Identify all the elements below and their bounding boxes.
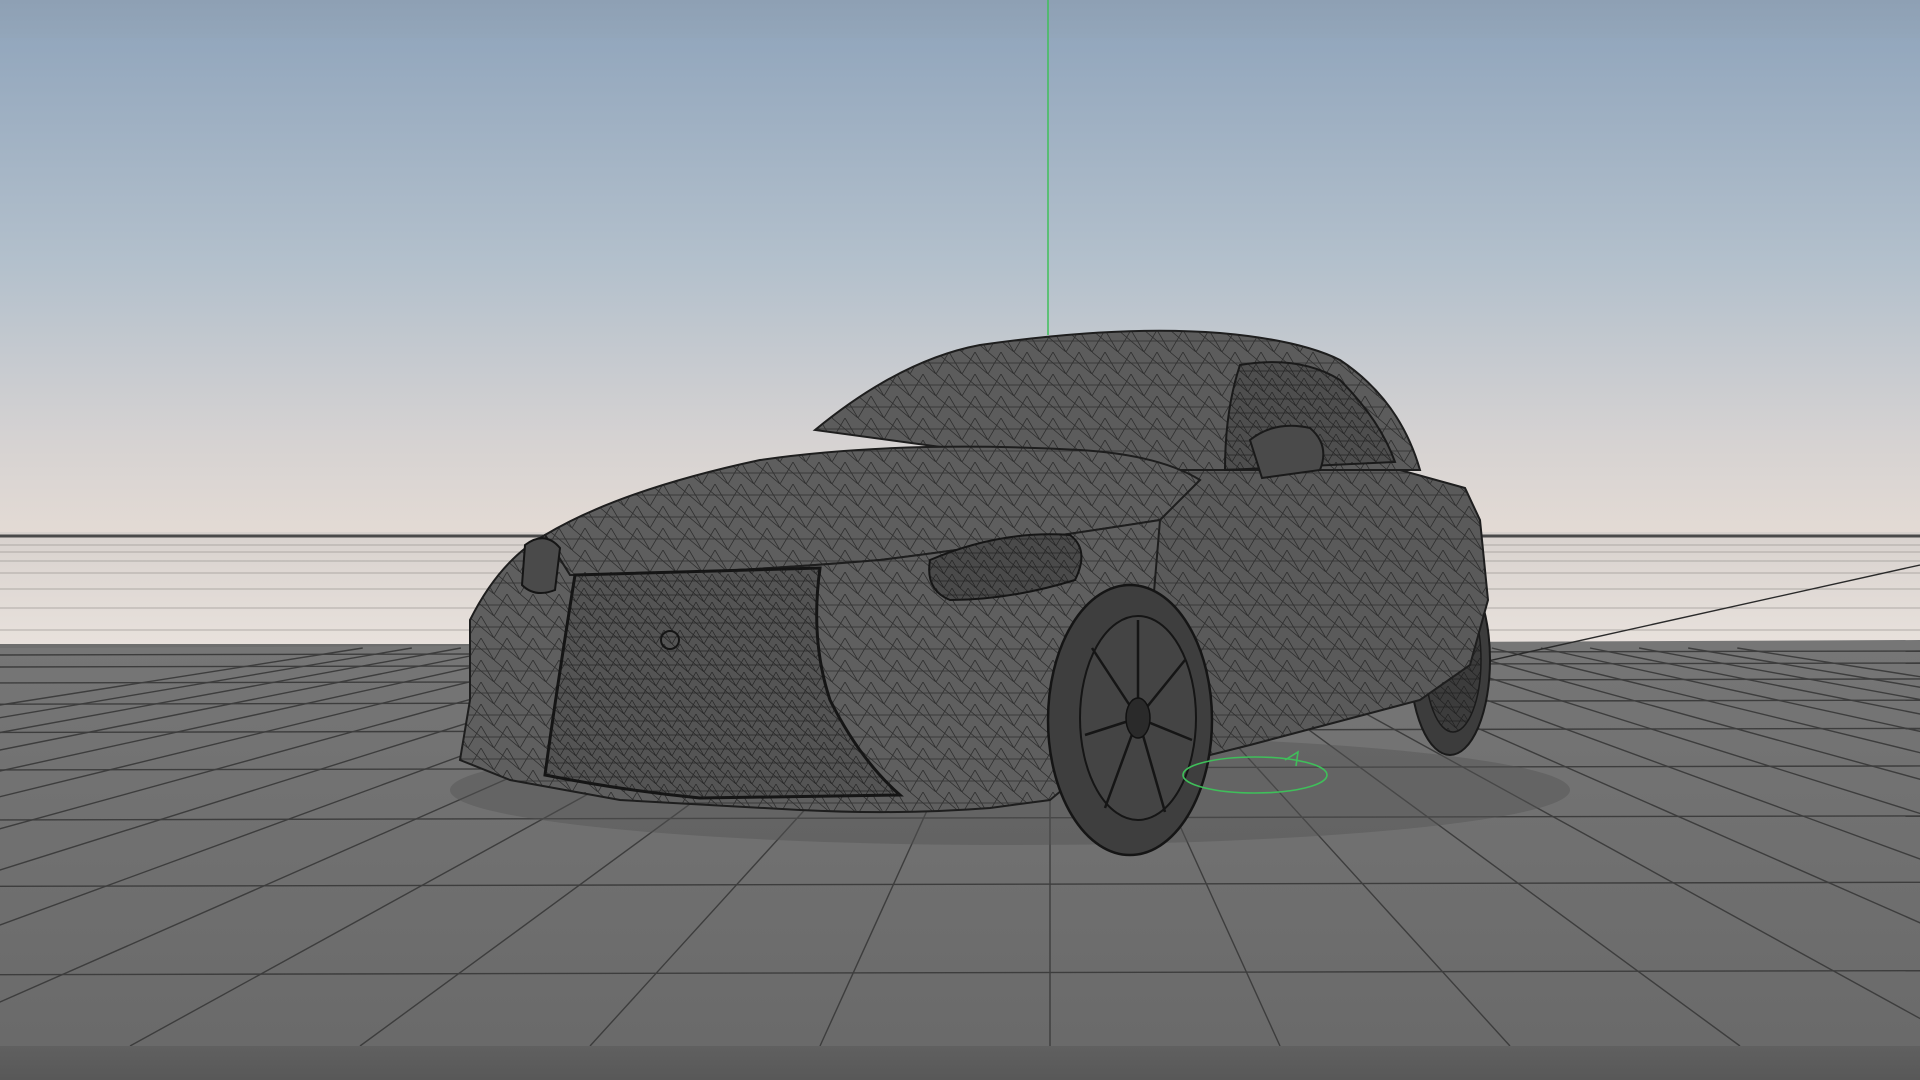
3d-viewport[interactable] — [0, 0, 1920, 1080]
viewport-footer-bar — [0, 1046, 1920, 1080]
left-headlight — [520, 537, 562, 595]
front-wheel[interactable] — [1046, 583, 1214, 857]
viewport-scene[interactable] — [0, 0, 1920, 1080]
side-mirror — [1248, 424, 1325, 480]
